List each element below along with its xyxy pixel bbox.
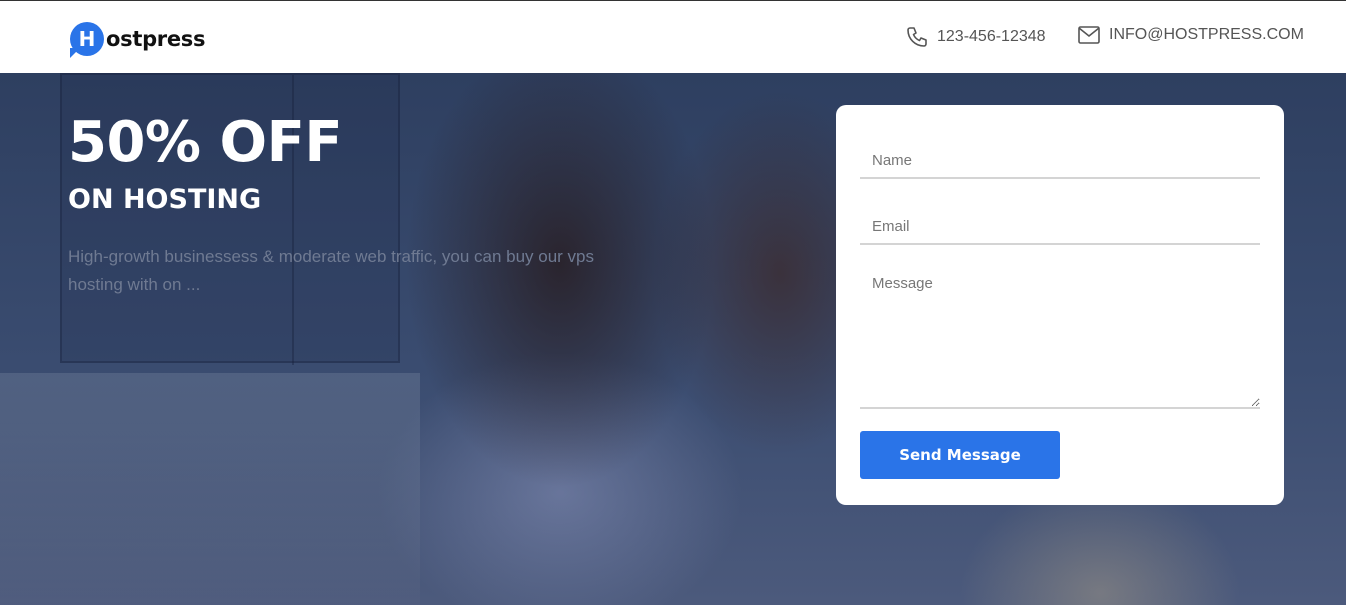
hero-subtitle: ON HOSTING — [68, 184, 262, 215]
top-header: H ostpress 123-456-12348 INFO@HOSTPRESS.… — [0, 0, 1346, 73]
email-input[interactable] — [860, 195, 1260, 245]
contact-email[interactable]: INFO@HOSTPRESS.COM — [1077, 25, 1304, 45]
mail-icon — [1078, 26, 1100, 44]
logo-text: ostpress — [106, 27, 206, 51]
hero-description: High-growth businessess & moderate web t… — [68, 247, 595, 294]
phone-icon — [907, 27, 927, 47]
contact-phone[interactable]: 123-456-12348 — [905, 25, 1046, 49]
name-input[interactable] — [860, 129, 1260, 179]
hero-title: 50% OFF — [68, 110, 343, 175]
phone-number: 123-456-12348 — [937, 28, 1046, 45]
message-textarea[interactable] — [860, 261, 1260, 409]
contact-form: Send Message — [836, 105, 1284, 505]
logo-badge: H — [70, 22, 104, 58]
email-address: INFO@HOSTPRESS.COM — [1109, 26, 1304, 43]
send-message-button[interactable]: Send Message — [860, 431, 1060, 479]
site-logo[interactable]: H ostpress — [70, 21, 206, 58]
hero-background-stone — [0, 373, 420, 605]
